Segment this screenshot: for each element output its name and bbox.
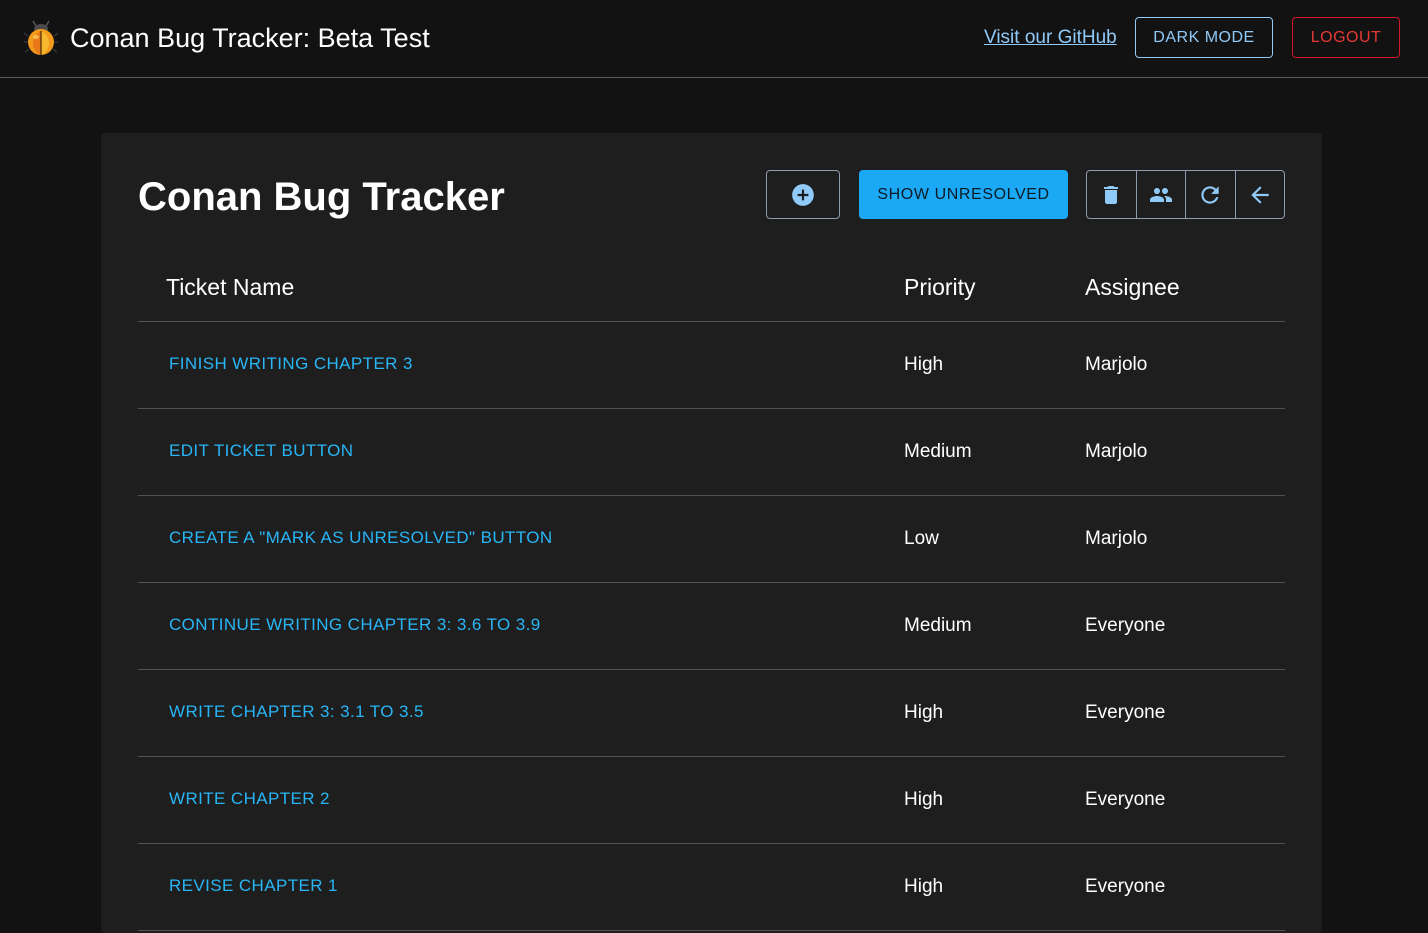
ticket-assignee: Marjolo (1085, 354, 1148, 375)
table-row: CONTINUE WRITING CHAPTER 3: 3.6 TO 3.9 M… (138, 583, 1285, 670)
refresh-icon (1201, 185, 1219, 204)
ticket-name-link[interactable]: EDIT TICKET BUTTON (169, 441, 353, 461)
ticket-name-link[interactable]: REVISE CHAPTER 1 (169, 876, 338, 896)
table-row: WRITE CHAPTER 3: 3.1 TO 3.5 High Everyon… (138, 670, 1285, 757)
ticket-assignee: Everyone (1085, 789, 1166, 810)
ticket-actions-group (1086, 170, 1285, 219)
manage-users-button[interactable] (1137, 171, 1186, 218)
app-title: Conan Bug Tracker: Beta Test (70, 23, 430, 53)
page-title: Conan Bug Tracker (138, 175, 505, 219)
arrow-back-icon (1251, 185, 1269, 204)
ticket-priority: Medium (904, 615, 972, 636)
refresh-button[interactable] (1186, 171, 1236, 218)
add-ticket-button[interactable] (766, 170, 840, 219)
add-circle-icon (792, 183, 814, 206)
show-unresolved-button[interactable]: SHOW UNRESOLVED (859, 170, 1068, 219)
tracker-card: Conan Bug Tracker SHOW UNRESOLVED Ticket… (101, 133, 1322, 933)
table-row: REVISE CHAPTER 1 High Everyone (138, 844, 1285, 931)
ticket-assignee: Everyone (1085, 876, 1166, 897)
column-header-ticket-name: Ticket Name (166, 274, 295, 300)
ticket-name-link[interactable]: FINISH WRITING CHAPTER 3 (169, 354, 413, 374)
table-row: EDIT TICKET BUTTON Medium Marjolo (138, 409, 1285, 496)
ticket-priority: High (904, 876, 944, 897)
table-header: Ticket Name Priority Assignee (138, 249, 1285, 322)
ticket-priority: Low (904, 528, 939, 549)
logout-button[interactable]: LOGOUT (1292, 17, 1400, 58)
column-header-assignee: Assignee (1085, 274, 1180, 300)
github-link[interactable]: Visit our GitHub (984, 26, 1117, 50)
column-header-priority: Priority (904, 274, 976, 300)
people-icon (1149, 187, 1172, 202)
table-row: CREATE A "MARK AS UNRESOLVED" BUTTON Low… (138, 496, 1285, 583)
ticket-priority: High (904, 702, 944, 723)
bug-logo-icon (24, 20, 58, 55)
back-button[interactable] (1236, 171, 1285, 218)
app-bar: Conan Bug Tracker: Beta Test Visit our G… (0, 0, 1428, 78)
delete-button[interactable] (1087, 171, 1137, 218)
table-row: FINISH WRITING CHAPTER 3 High Marjolo (138, 322, 1285, 409)
trash-icon (1104, 185, 1119, 204)
ticket-name-link[interactable]: CONTINUE WRITING CHAPTER 3: 3.6 TO 3.9 (169, 615, 541, 635)
ticket-name-link[interactable]: WRITE CHAPTER 3: 3.1 TO 3.5 (169, 702, 424, 722)
ticket-priority: Medium (904, 441, 972, 462)
ticket-name-link[interactable]: CREATE A "MARK AS UNRESOLVED" BUTTON (169, 528, 553, 548)
ticket-priority: High (904, 789, 944, 810)
ticket-assignee: Marjolo (1085, 528, 1148, 549)
table-row: WRITE CHAPTER 2 High Everyone (138, 757, 1285, 844)
tickets-table: Ticket Name Priority Assignee FINISH WRI… (138, 249, 1285, 931)
ticket-assignee: Marjolo (1085, 441, 1148, 462)
ticket-assignee: Everyone (1085, 615, 1166, 636)
ticket-name-link[interactable]: WRITE CHAPTER 2 (169, 789, 330, 809)
ticket-assignee: Everyone (1085, 702, 1166, 723)
dark-mode-button[interactable]: DARK MODE (1135, 17, 1273, 58)
ticket-priority: High (904, 354, 944, 375)
